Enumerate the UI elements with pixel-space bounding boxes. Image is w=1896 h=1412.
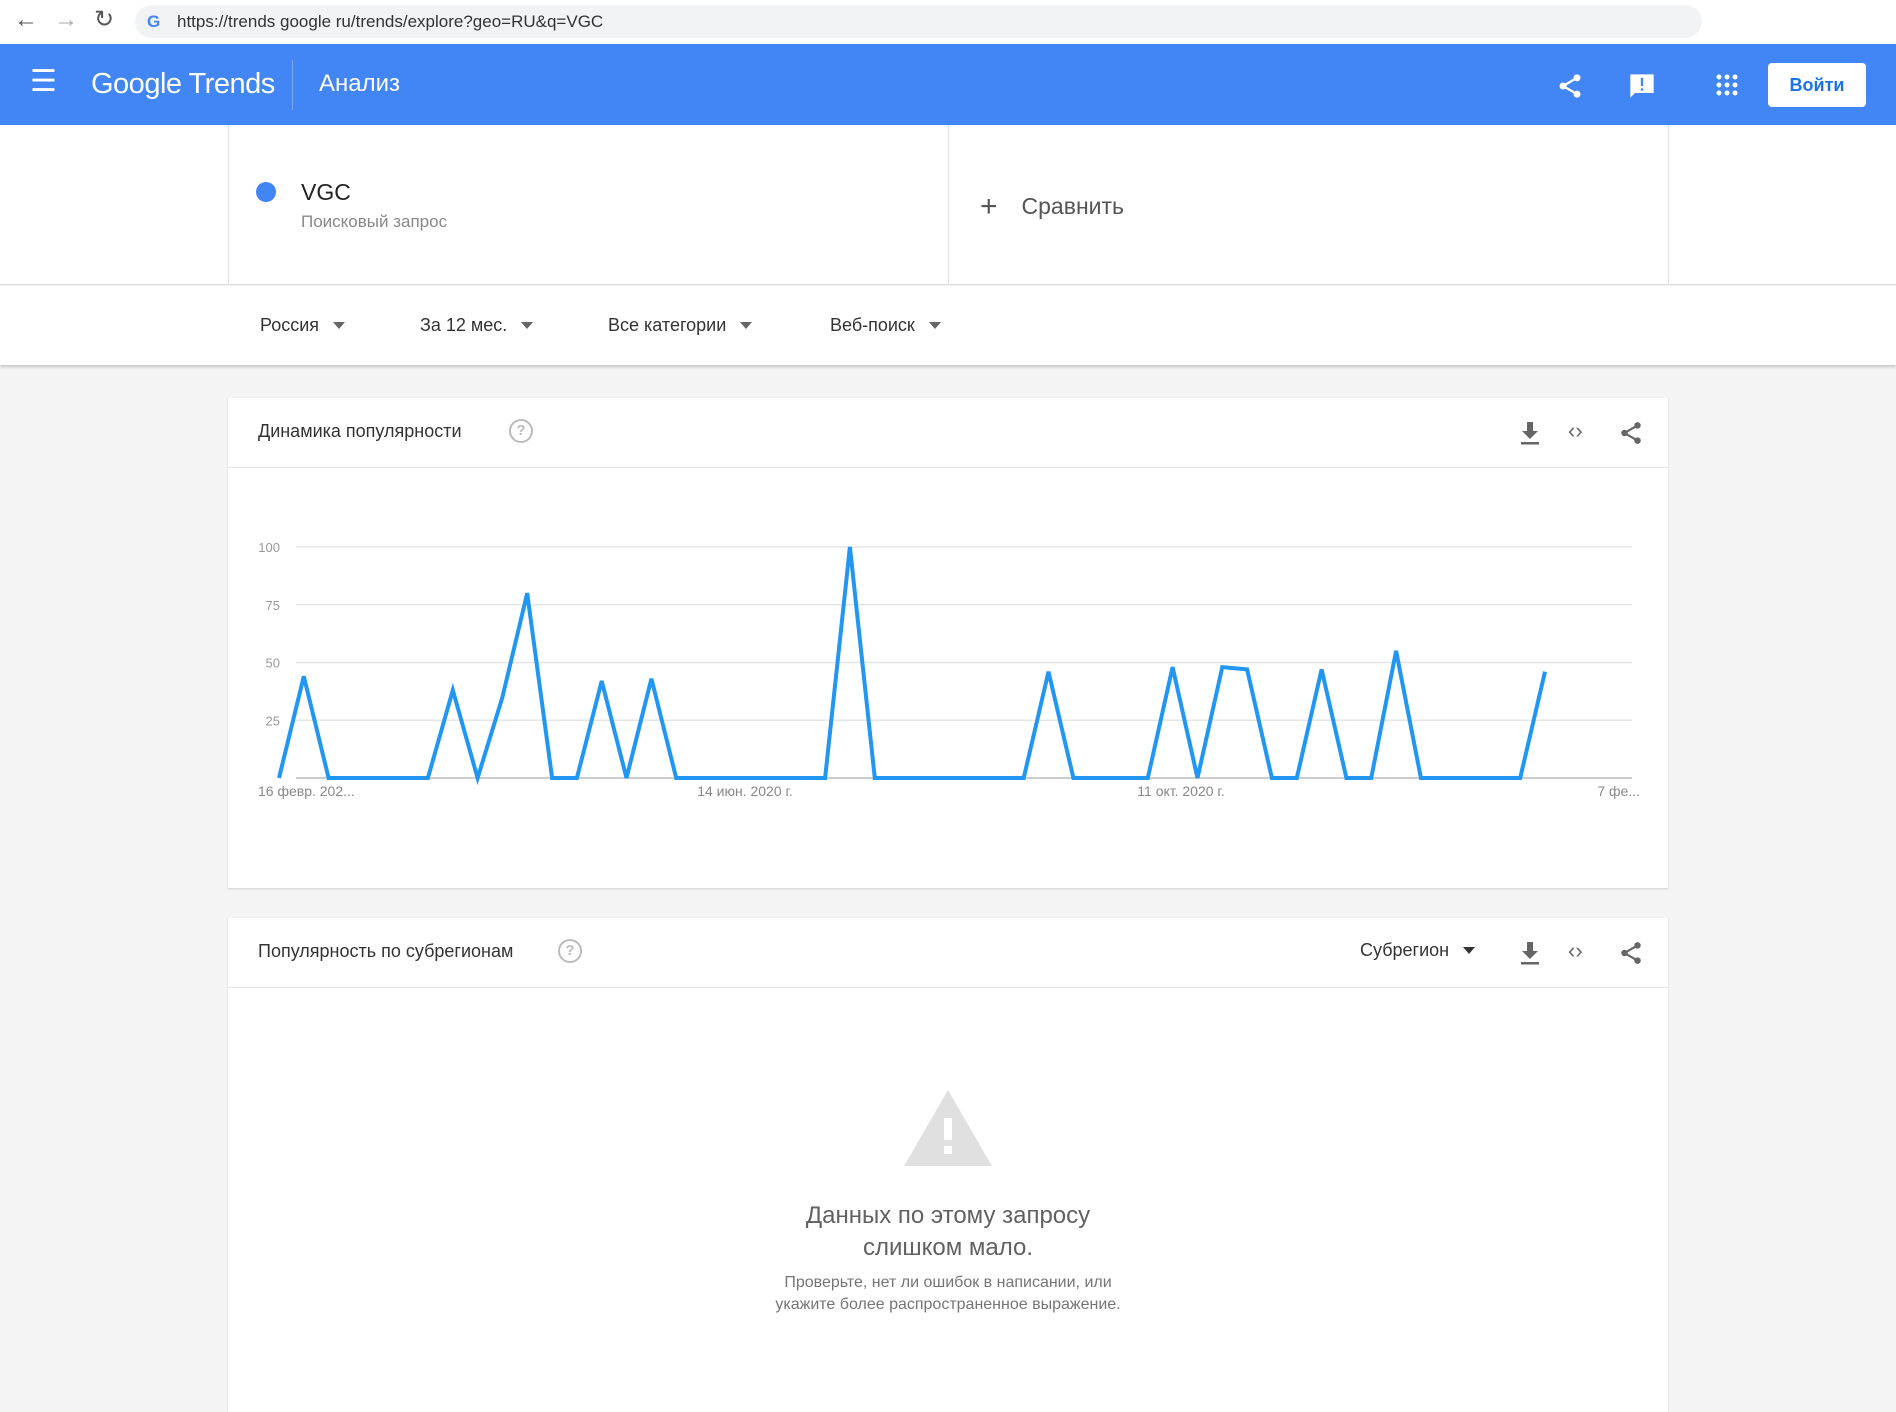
embed-icon[interactable]: ‹› (1568, 938, 1583, 964)
compare-button[interactable]: + Сравнить (980, 189, 1125, 223)
menu-icon[interactable]: ☰ (30, 64, 57, 99)
empty-title-line: слишком мало. (862, 1234, 1034, 1261)
apps-icon[interactable] (1716, 74, 1738, 96)
page-title: Анализ (319, 70, 401, 97)
empty-state-title: Данных по этому запросу слишком мало. (228, 1200, 1668, 1264)
browser-toolbar: ← → ↻ G https://trends google ru/trends/… (0, 0, 1896, 44)
share-icon[interactable] (1618, 420, 1644, 446)
caret-down-icon (1463, 947, 1476, 954)
x-tick-label: 7 фе... (1597, 783, 1640, 799)
x-tick-label: 14 июн. 2020 г. (697, 783, 793, 799)
share-icon[interactable] (1618, 940, 1644, 966)
plus-icon: + (980, 189, 998, 223)
embed-icon[interactable]: ‹› (1568, 418, 1583, 444)
card-title: Динамика популярности (258, 421, 462, 441)
filter-time[interactable]: За 12 мес. (420, 315, 534, 336)
filter-label: Все категории (608, 315, 727, 335)
app-header: ☰ Google Trends Анализ Войти (0, 44, 1896, 125)
search-terms-bar: VGC Поисковый запрос + Сравнить (0, 125, 1896, 285)
filter-label: Веб-поиск (830, 315, 915, 335)
empty-text-line: Проверьте, нет ли ошибок в написании, ил… (784, 1274, 1112, 1291)
interest-over-time-card: Динамика популярности ? ‹› 100 75 50 25 16 ф… (228, 398, 1668, 888)
share-icon[interactable] (1556, 72, 1584, 100)
search-term-card[interactable]: VGC Поисковый запрос (228, 125, 948, 285)
caret-down-icon (333, 322, 346, 329)
divider (1668, 125, 1669, 285)
card-divider (228, 987, 1668, 988)
search-term: VGC (301, 179, 351, 205)
filter-category[interactable]: Все категории (608, 315, 753, 336)
selector-label: Субрегион (1360, 940, 1450, 960)
empty-state-text: Проверьте, нет ли ошибок в написании, ил… (228, 1272, 1668, 1316)
forward-icon[interactable]: → (54, 6, 78, 34)
filter-label: Россия (260, 315, 320, 335)
card-title: Популярность по субрегионам (258, 941, 514, 961)
divider (948, 125, 949, 285)
logo[interactable]: Google Trends (91, 68, 275, 101)
reload-icon[interactable]: ↻ (94, 5, 114, 34)
help-icon[interactable]: ? (558, 939, 582, 963)
search-term-type: Поисковый запрос (301, 212, 448, 231)
filter-search-type[interactable]: Веб-поиск (830, 315, 941, 336)
compare-label: Сравнить (1021, 193, 1125, 219)
y-tick-label: 75 (266, 598, 280, 613)
empty-text-line: укажите более распространенное выражение… (775, 1296, 1121, 1313)
y-tick-label: 100 (258, 540, 280, 555)
subregion-card: Популярность по субрегионам ? Субрегион … (228, 918, 1668, 1412)
download-icon[interactable] (1518, 420, 1542, 446)
filter-region[interactable]: Россия (260, 315, 346, 336)
back-icon[interactable]: ← (14, 6, 38, 34)
caret-down-icon (740, 322, 753, 329)
login-button[interactable]: Войти (1768, 63, 1866, 107)
y-tick-label: 25 (266, 713, 280, 728)
empty-title-line: Данных по этому запросу (805, 1202, 1091, 1229)
google-icon: G (147, 12, 161, 31)
x-tick-label: 16 февр. 202... (258, 783, 355, 799)
x-tick-label: 11 окт. 2020 г. (1137, 783, 1224, 799)
y-tick-label: 50 (266, 656, 280, 671)
filters-bar: Россия За 12 мес. Все категории Веб-поис… (0, 286, 1896, 365)
help-icon[interactable]: ? (509, 419, 533, 443)
url-text: https://trends google ru/trends/explore?… (177, 12, 604, 31)
warning-icon (904, 1090, 992, 1166)
subregion-selector[interactable]: Субрегион (1360, 940, 1476, 961)
download-icon[interactable] (1518, 940, 1542, 966)
caret-down-icon (928, 322, 941, 329)
term-color-dot (256, 182, 276, 202)
filter-label: За 12 мес. (420, 315, 508, 335)
feedback-icon[interactable] (1628, 72, 1656, 100)
address-bar[interactable]: G https://trends google ru/trends/explor… (135, 5, 1702, 38)
line-chart: 100 75 50 25 16 февр. 202... 14 июн. 2020 г. 1… (258, 540, 1640, 799)
caret-down-icon (521, 322, 534, 329)
header-divider (292, 60, 293, 110)
card-divider (228, 467, 1668, 468)
